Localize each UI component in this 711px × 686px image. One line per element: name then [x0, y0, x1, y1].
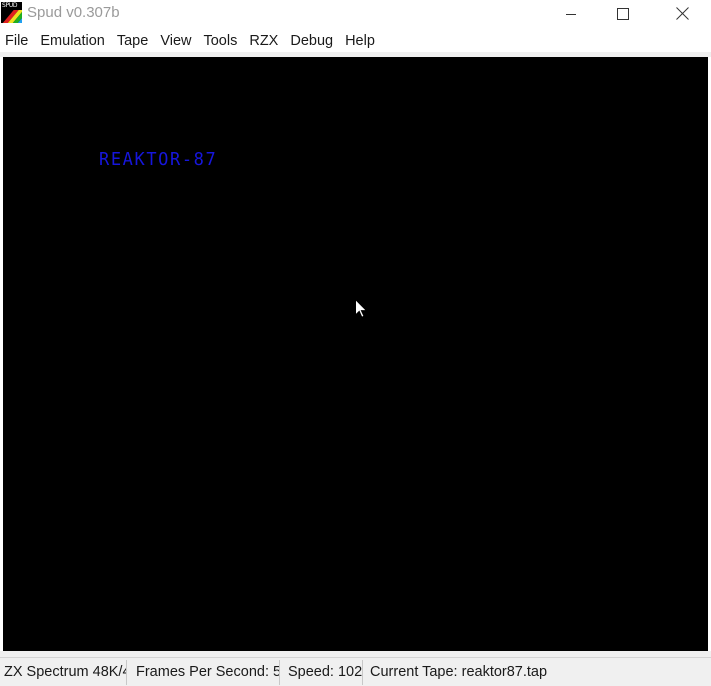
minimize-button[interactable] — [548, 0, 594, 27]
menu-file[interactable]: File — [0, 31, 34, 51]
menu-view[interactable]: View — [154, 31, 197, 51]
minimize-icon — [566, 13, 576, 15]
status-bar: ZX Spectrum 48K/4 Frames Per Second: 51 … — [0, 657, 711, 686]
maximize-button[interactable] — [600, 0, 646, 27]
menu-debug[interactable]: Debug — [284, 31, 339, 51]
status-fps: Frames Per Second: 51 — [128, 660, 280, 685]
rainbow-stripes-icon — [1, 10, 22, 23]
window-title: Spud v0.307b — [27, 4, 120, 21]
menu-help[interactable]: Help — [339, 31, 381, 51]
close-button[interactable] — [659, 0, 705, 27]
close-icon — [675, 7, 689, 20]
menu-tools[interactable]: Tools — [197, 31, 243, 51]
status-speed: Speed: 102 — [281, 660, 363, 685]
title-bar[interactable]: SPUD Spud v0.307b — [0, 0, 711, 27]
menu-rzx[interactable]: RZX — [243, 31, 284, 51]
app-icon[interactable]: SPUD — [1, 2, 22, 23]
mouse-pointer-icon — [355, 299, 367, 318]
menu-bar: File Emulation Tape View Tools RZX Debug… — [0, 31, 711, 51]
status-machine: ZX Spectrum 48K/4 — [0, 660, 127, 685]
status-current-tape: Current Tape: reaktor87.tap — [370, 664, 548, 680]
emulator-screen[interactable]: REAKTOR-87 — [3, 57, 708, 651]
app-icon-label: SPUD — [2, 2, 18, 9]
menu-emulation[interactable]: Emulation — [34, 31, 110, 51]
menu-tape[interactable]: Tape — [111, 31, 154, 51]
game-title-text: REAKTOR-87 — [99, 149, 218, 171]
maximize-icon — [617, 7, 629, 20]
